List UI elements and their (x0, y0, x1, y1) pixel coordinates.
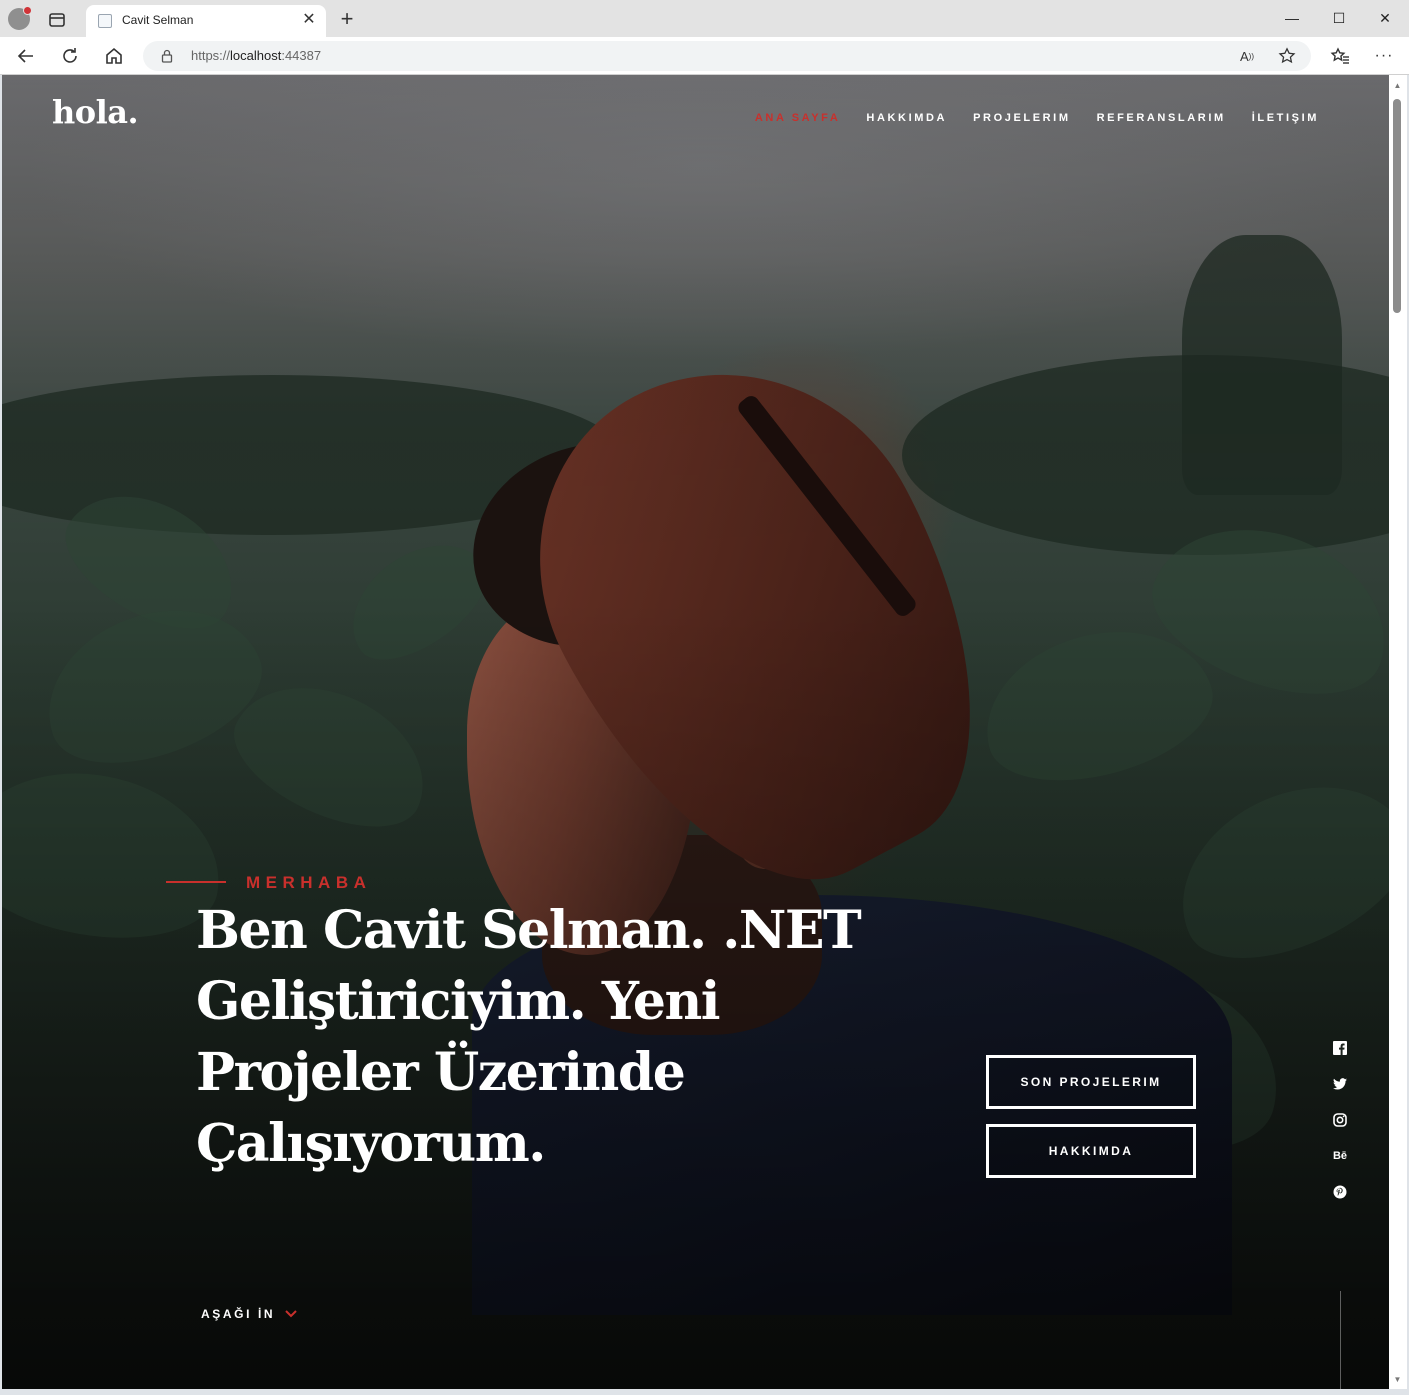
nav-item-iletisim[interactable]: İLETIŞIM (1252, 112, 1319, 124)
url-text: https://localhost:44387 (191, 48, 322, 63)
behance-icon[interactable]: Bē (1330, 1146, 1350, 1166)
pretitle-divider (166, 881, 226, 883)
lock-icon[interactable] (161, 49, 173, 68)
profile-icon[interactable] (8, 6, 32, 30)
scroll-up-arrow-icon[interactable]: ▲ (1393, 81, 1402, 90)
nav-item-ana-sayfa[interactable]: ANA SAYFA (755, 112, 841, 124)
close-icon[interactable]: ✕ (1373, 6, 1397, 30)
social-divider-line (1340, 1291, 1341, 1389)
tab-close-icon[interactable]: ✕ (300, 11, 318, 29)
browser-tab-bar: Cavit Selman ✕ + — ☐ ✕ (0, 0, 1409, 37)
back-icon[interactable] (14, 44, 38, 68)
scroll-down-label: AŞAĞI İN (201, 1307, 276, 1321)
nav-item-projelerim[interactable]: PROJELERIM (973, 112, 1071, 124)
twitter-icon[interactable] (1330, 1074, 1350, 1094)
chevron-down-icon (285, 1310, 297, 1318)
favorite-star-icon[interactable] (1275, 44, 1299, 68)
about-button[interactable]: HAKKIMDA (986, 1124, 1196, 1178)
facebook-icon[interactable] (1330, 1038, 1350, 1058)
site-logo[interactable]: hola. (52, 93, 139, 131)
favorites-icon[interactable] (1328, 44, 1352, 68)
address-bar[interactable]: https://localhost:44387 (143, 41, 1311, 71)
nav-item-hakkimda[interactable]: HAKKIMDA (866, 112, 947, 124)
pinterest-icon[interactable] (1330, 1182, 1350, 1202)
hero-background-photo (2, 75, 1389, 1389)
maximize-icon[interactable]: ☐ (1327, 6, 1351, 30)
minimize-icon[interactable]: — (1280, 6, 1304, 30)
hero-pretitle: MERHABA (246, 873, 372, 892)
page-scrollbar[interactable]: ▲ ▼ (1389, 75, 1407, 1389)
latest-projects-button[interactable]: SON PROJELERIM (986, 1055, 1196, 1109)
hero-headline: Ben Cavit Selman. .NET Geliştiriciyim. Y… (196, 900, 862, 1174)
page-viewport: hola. ANA SAYFA HAKKIMDA PROJELERIM REFE… (2, 75, 1389, 1389)
read-aloud-icon[interactable]: A)) (1235, 44, 1259, 68)
tab-actions-icon[interactable] (46, 9, 68, 31)
more-icon[interactable]: ··· (1372, 44, 1396, 68)
instagram-icon[interactable] (1330, 1110, 1350, 1130)
new-tab-button[interactable]: + (336, 6, 358, 32)
tab-title: Cavit Selman (122, 13, 194, 27)
main-nav: ANA SAYFA HAKKIMDA PROJELERIM REFERANSLA… (729, 112, 1319, 124)
scrollbar-thumb[interactable] (1393, 99, 1401, 313)
scroll-down-arrow-icon[interactable]: ▼ (1393, 1375, 1402, 1384)
page-favicon-icon (98, 14, 112, 28)
scroll-down-link[interactable]: AŞAĞI İN (201, 1307, 297, 1321)
browser-tab[interactable]: Cavit Selman ✕ (86, 5, 326, 37)
browser-toolbar: https://localhost:44387 A)) ··· (0, 37, 1409, 75)
refresh-icon[interactable] (58, 44, 82, 68)
nav-item-referanslarim[interactable]: REFERANSLARIM (1097, 112, 1226, 124)
home-icon[interactable] (102, 44, 126, 68)
